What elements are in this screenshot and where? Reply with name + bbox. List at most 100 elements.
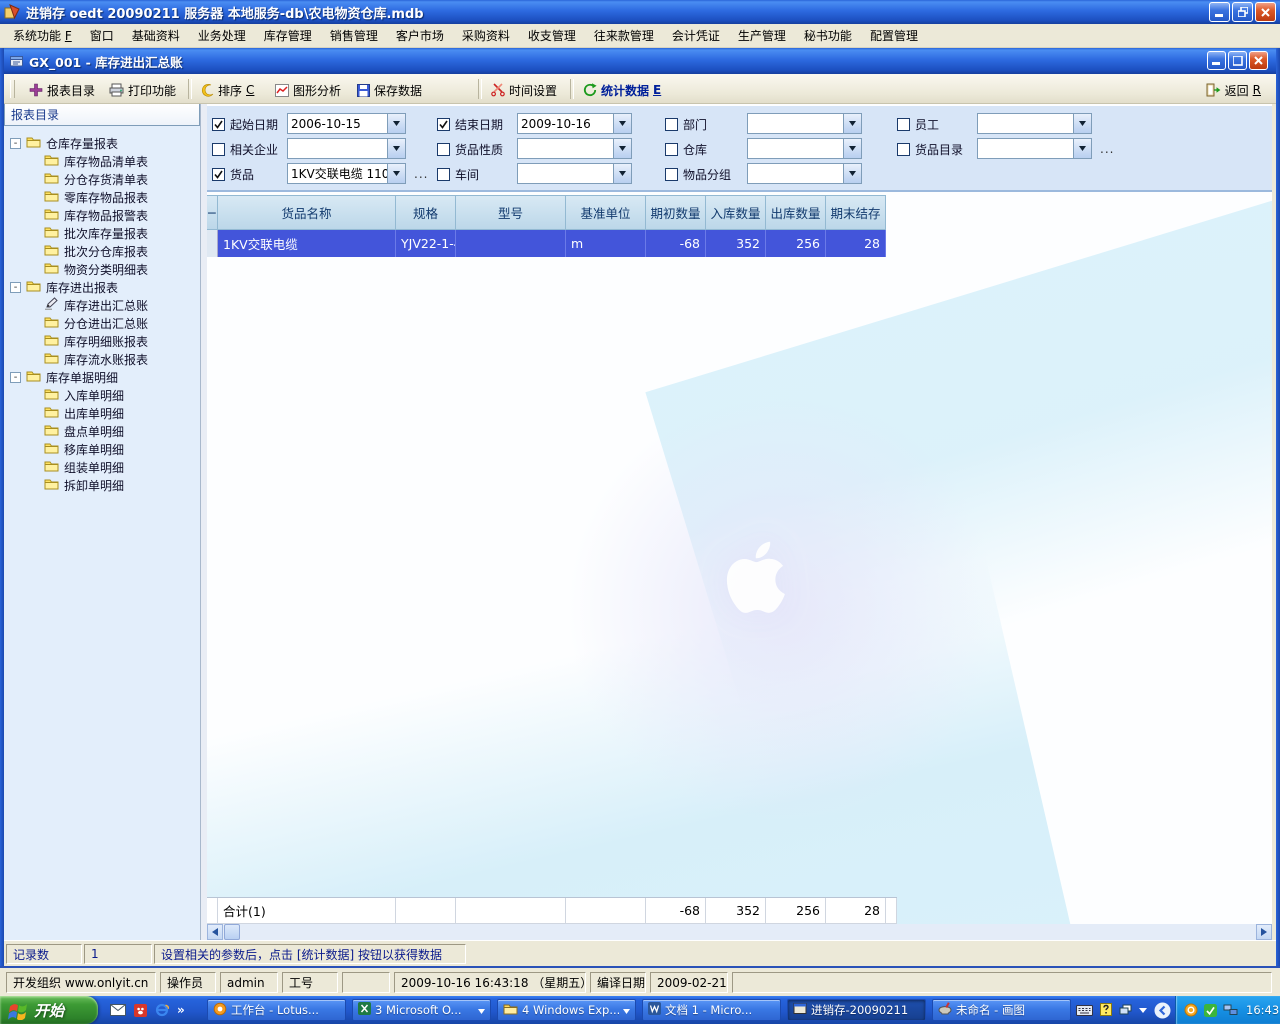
filter-combo-货品性质[interactable] <box>517 138 632 159</box>
task-group-chevron-icon[interactable] <box>623 1003 630 1017</box>
tree-item-1-2[interactable]: 分仓存货清单表 <box>4 170 200 188</box>
child-close-button[interactable] <box>1249 51 1268 70</box>
menu-item-11[interactable]: 会计凭证 <box>663 24 729 47</box>
taskbar-task-6[interactable]: 未命名 - 画图 <box>932 999 1071 1021</box>
scroll-left-arrow[interactable] <box>207 924 223 940</box>
filter-checkbox[interactable] <box>665 118 678 131</box>
filter-combo-货品[interactable]: 1KV交联电缆 110( <box>287 163 406 184</box>
close-button[interactable] <box>1255 2 1276 22</box>
combo-dropdown-icon[interactable] <box>387 114 405 133</box>
tree-expander-icon[interactable]: - <box>10 282 21 293</box>
scrollbar-thumb[interactable] <box>224 924 240 940</box>
horizontal-scrollbar[interactable] <box>207 924 1272 940</box>
toolbar-grip[interactable] <box>10 80 15 98</box>
combo-dropdown-icon[interactable] <box>843 114 861 133</box>
tree-item-3-5[interactable]: 组装单明细 <box>4 458 200 476</box>
combo-dropdown-icon[interactable] <box>843 139 861 158</box>
back-button[interactable]: 返回R <box>1201 77 1266 103</box>
window-switch-tray-icon[interactable] <box>1119 1004 1132 1016</box>
filter-combo-结束日期[interactable]: 2009-10-16 <box>517 113 632 134</box>
filter-combo-相关企业[interactable] <box>287 138 406 159</box>
tree-item-3-4[interactable]: 移库单明细 <box>4 440 200 458</box>
menu-item-12[interactable]: 生产管理 <box>729 24 795 47</box>
tree-item-3-3[interactable]: 盘点单明细 <box>4 422 200 440</box>
menu-item-14[interactable]: 配置管理 <box>861 24 927 47</box>
filter-checkbox[interactable] <box>212 168 225 181</box>
menu-item-13[interactable]: 秘书功能 <box>795 24 861 47</box>
tree-item-2-3[interactable]: 库存明细账报表 <box>4 332 200 350</box>
menu-item-10[interactable]: 往来款管理 <box>585 24 663 47</box>
column-header-9[interactable]: 期末结存 <box>826 195 886 230</box>
combo-dropdown-icon[interactable] <box>613 139 631 158</box>
tree-group-1[interactable]: -仓库存量报表 <box>4 134 200 152</box>
menu-item-3[interactable]: 基础资料 <box>123 24 189 47</box>
tree-group-3[interactable]: -库存单据明细 <box>4 368 200 386</box>
menu-item-8[interactable]: 采购资料 <box>453 24 519 47</box>
child-minimize-button[interactable] <box>1207 51 1226 70</box>
tree-item-1-3[interactable]: 零库存物品报表 <box>4 188 200 206</box>
tree-group-2[interactable]: -库存进出报表 <box>4 278 200 296</box>
child-maximize-button[interactable] <box>1228 51 1247 70</box>
tree-expander-icon[interactable]: - <box>10 372 21 383</box>
tree-item-2-4[interactable]: 库存流水账报表 <box>4 350 200 368</box>
tree-item-1-1[interactable]: 库存物品清单表 <box>4 152 200 170</box>
minimize-button[interactable] <box>1209 2 1230 22</box>
taskbar-task-4[interactable]: 文档 1 - Micro... <box>642 999 781 1021</box>
table-row[interactable]: 1KV交联电缆YJV22-1-4m-6835225628 <box>207 230 886 257</box>
filter-checkbox[interactable] <box>897 143 910 156</box>
toolbar-button-5[interactable]: 保存数据 <box>352 77 427 103</box>
tree-expander-icon[interactable]: - <box>10 138 21 149</box>
menu-item-9[interactable]: 收支管理 <box>519 24 585 47</box>
filter-checkbox[interactable] <box>665 143 678 156</box>
filter-checkbox[interactable] <box>437 143 450 156</box>
child-titlebar[interactable]: GX_001 - 库存进出汇总账 <box>4 48 1276 74</box>
toolbar-button-7[interactable]: 统计数据E <box>578 77 666 103</box>
filter-combo-员工[interactable] <box>977 113 1092 134</box>
combo-dropdown-icon[interactable] <box>387 164 405 183</box>
menu-item-4[interactable]: 业务处理 <box>189 24 255 47</box>
toolbar-button-1[interactable]: 报表目录 <box>24 77 100 103</box>
filter-combo-起始日期[interactable]: 2006-10-15 <box>287 113 406 134</box>
toolbar-button-3[interactable]: 排序C <box>196 77 259 103</box>
tree-item-1-6[interactable]: 批次分仓库报表 <box>4 242 200 260</box>
taskbar-task-5[interactable]: 进销存-20090211 <box>787 999 926 1021</box>
filter-combo-部门[interactable] <box>747 113 862 134</box>
tree-item-1-4[interactable]: 库存物品报警表 <box>4 206 200 224</box>
restore-button[interactable] <box>1232 2 1253 22</box>
network-tray-icon[interactable] <box>1223 1004 1238 1016</box>
toolbar-button-2[interactable]: 打印功能 <box>104 77 181 103</box>
column-header-1[interactable]: − <box>207 195 218 230</box>
tree-item-3-6[interactable]: 拆卸单明细 <box>4 476 200 494</box>
red-app-icon[interactable] <box>134 1004 147 1017</box>
filter-combo-仓库[interactable] <box>747 138 862 159</box>
filter-combo-货品目录[interactable] <box>977 138 1092 159</box>
combo-dropdown-icon[interactable] <box>1073 139 1091 158</box>
tree-item-3-2[interactable]: 出库单明细 <box>4 404 200 422</box>
taskbar-task-1[interactable]: 工作台 - Lotus... <box>207 999 346 1021</box>
mail-icon[interactable] <box>110 1004 126 1016</box>
toolbar-button-6[interactable]: 时间设置 <box>486 77 562 103</box>
column-header-5[interactable]: 基准单位 <box>566 195 646 230</box>
filter-checkbox[interactable] <box>897 118 910 131</box>
tree-item-2-1[interactable]: 库存进出汇总账 <box>4 296 200 314</box>
keyboard-tray-icon[interactable] <box>1076 1005 1093 1016</box>
scroll-right-arrow[interactable] <box>1256 924 1272 940</box>
menu-item-5[interactable]: 库存管理 <box>255 24 321 47</box>
menu-item-1[interactable]: 系统功能 F <box>4 24 81 47</box>
combo-dropdown-icon[interactable] <box>1073 114 1091 133</box>
tray-collapse-icon[interactable] <box>1154 1002 1171 1019</box>
tree-item-1-5[interactable]: 批次库存量报表 <box>4 224 200 242</box>
tree-item-2-2[interactable]: 分仓进出汇总账 <box>4 314 200 332</box>
quicklaunch-overflow-chevron[interactable]: » <box>177 1003 185 1017</box>
menu-item-6[interactable]: 销售管理 <box>321 24 387 47</box>
filter-more-button[interactable]: ... <box>1100 142 1114 156</box>
filter-checkbox[interactable] <box>437 118 450 131</box>
column-header-6[interactable]: 期初数量 <box>646 195 706 230</box>
column-header-8[interactable]: 出库数量 <box>766 195 826 230</box>
column-header-4[interactable]: 型号 <box>456 195 566 230</box>
filter-combo-车间[interactable] <box>517 163 632 184</box>
tree-item-1-7[interactable]: 物资分类明细表 <box>4 260 200 278</box>
taskbar-task-2[interactable]: 3 Microsoft O... <box>352 999 491 1021</box>
column-header-3[interactable]: 规格 <box>396 195 456 230</box>
menu-item-7[interactable]: 客户市场 <box>387 24 453 47</box>
